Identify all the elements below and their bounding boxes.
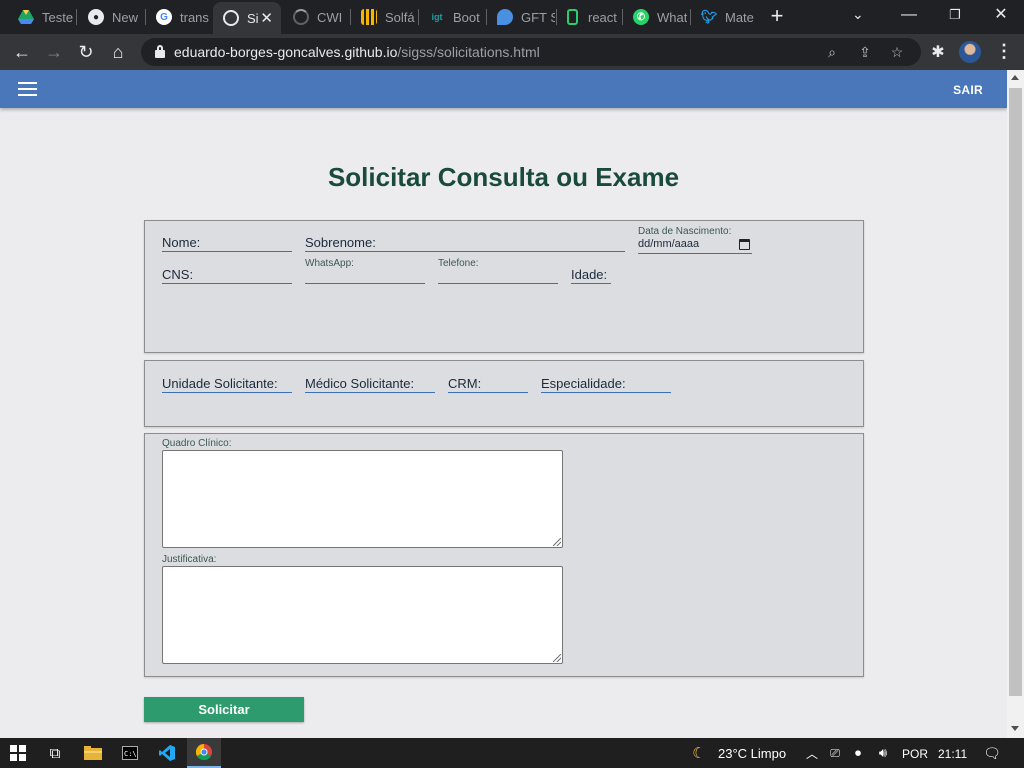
- page-title: Solicitar Consulta ou Exame: [327, 162, 680, 192]
- windows-start-icon[interactable]: [0, 738, 36, 768]
- resize-grip-icon[interactable]: [553, 654, 561, 662]
- resize-grip-icon[interactable]: [553, 538, 561, 546]
- page-viewport: SAIR Solicitar Consulta ou Exame Nome: S…: [0, 70, 1024, 738]
- tab-teste[interactable]: Teste: [8, 4, 74, 30]
- browser-toolbar: ← → ↻ ⌂ eduardo-borges-goncalves.github.…: [0, 34, 1024, 70]
- tab-react[interactable]: react: [557, 4, 621, 30]
- new-tab-button[interactable]: +: [764, 5, 790, 29]
- whatsapp-field[interactable]: [305, 271, 425, 284]
- igt-icon: igt: [431, 12, 443, 22]
- loading-icon: [293, 9, 309, 25]
- calendar-icon[interactable]: [739, 239, 750, 250]
- tab-sigss-active[interactable]: Si ✕: [213, 2, 281, 34]
- drop-icon: [497, 9, 513, 25]
- language-indicator[interactable]: POR: [902, 747, 928, 761]
- share-icon[interactable]: ⇪: [856, 43, 874, 61]
- profile-avatar[interactable]: [959, 41, 981, 63]
- forward-arrow-icon[interactable]: →: [42, 40, 66, 64]
- solicitar-button[interactable]: Solicitar: [144, 697, 304, 722]
- close-window-button[interactable]: ✕: [978, 4, 1024, 28]
- clinical-section: Quadro Clínico: Justificativa:: [144, 433, 864, 677]
- twitter-icon: 🐦︎: [700, 9, 718, 24]
- tab-whatsapp[interactable]: ✆ What: [623, 4, 689, 30]
- github-icon: ●: [88, 9, 104, 25]
- weather-status[interactable]: 23°C Limpo: [718, 746, 786, 761]
- close-tab-icon[interactable]: ✕: [260, 9, 273, 27]
- url-text[interactable]: eduardo-borges-goncalves.github.io/sigss…: [174, 44, 540, 60]
- patient-section: Nome: Sobrenome: Data de Nascimento: dd/…: [144, 220, 864, 353]
- cns-field[interactable]: CNS:: [162, 266, 292, 284]
- tab-gft[interactable]: GFT S: [487, 4, 555, 30]
- nome-field[interactable]: Nome:: [162, 234, 292, 252]
- logout-button[interactable]: SAIR: [953, 83, 983, 97]
- back-arrow-icon[interactable]: ←: [10, 40, 34, 64]
- scroll-up-icon[interactable]: [1011, 75, 1019, 80]
- tab-twitter[interactable]: 🐦︎ Mate: [691, 4, 755, 30]
- zoom-icon[interactable]: ⌕: [823, 43, 841, 61]
- tray-chevron-up-icon[interactable]: ︿: [803, 738, 821, 768]
- clock[interactable]: 21:11: [938, 747, 967, 761]
- file-explorer-icon[interactable]: [76, 738, 110, 768]
- weather-moon-icon[interactable]: ☾: [688, 738, 710, 768]
- restore-window-button[interactable]: ❐: [932, 4, 978, 28]
- tab-cwi[interactable]: CWI: [283, 4, 349, 30]
- whatsapp-label: WhatsApp:: [305, 258, 354, 269]
- bookmark-star-icon[interactable]: ☆: [888, 43, 906, 61]
- chrome-taskbar-icon[interactable]: [187, 738, 221, 768]
- tab-search-chevron-icon[interactable]: ⌄: [852, 6, 864, 23]
- home-icon[interactable]: ⌂: [106, 40, 130, 64]
- scroll-down-icon[interactable]: [1011, 726, 1019, 731]
- tab-bootstrap[interactable]: igt Boot: [419, 4, 485, 30]
- quadro-clinico-textarea[interactable]: [162, 450, 563, 548]
- windows-taskbar: ⧉ C:\ ☾ 23°C Limpo ︿ ⎚ ⏺ 🔊︎ POR 21:11 🗨︎: [0, 738, 1024, 768]
- phone-icon: [567, 9, 578, 25]
- tab-google-translate[interactable]: Gtrans: [146, 4, 212, 30]
- crm-field[interactable]: CRM:: [448, 375, 528, 393]
- unidade-solicitante-field[interactable]: Unidade Solicitante:: [162, 375, 292, 393]
- extensions-puzzle-icon[interactable]: ✱: [929, 42, 947, 61]
- quadro-clinico-label: Quadro Clínico:: [162, 438, 232, 449]
- google-drive-icon: [18, 9, 34, 25]
- whatsapp-icon: ✆: [633, 9, 649, 25]
- grid-icon: [361, 9, 377, 25]
- scrollbar-thumb[interactable]: [1009, 88, 1022, 696]
- requester-section: Unidade Solicitante: Médico Solicitante:…: [144, 360, 864, 427]
- app-header: SAIR: [0, 70, 1007, 108]
- especialidade-field[interactable]: Especialidade:: [541, 375, 671, 393]
- mic-icon[interactable]: ⏺: [848, 738, 868, 768]
- page-scrollbar[interactable]: [1007, 70, 1024, 738]
- address-bar[interactable]: eduardo-borges-goncalves.github.io/sigss…: [141, 38, 921, 66]
- google-icon: G: [156, 9, 172, 25]
- data-nascimento-label: Data de Nascimento:: [638, 226, 732, 237]
- browser-tab-strip: Teste ● New Gtrans Si ✕ CWI Solfá igt Boot…: [0, 0, 1024, 34]
- telefone-field[interactable]: [438, 271, 558, 284]
- task-view-icon[interactable]: ⧉: [38, 738, 72, 768]
- svg-text:C:\: C:\: [124, 750, 137, 758]
- medico-solicitante-field[interactable]: Médico Solicitante:: [305, 375, 435, 393]
- terminal-icon[interactable]: C:\: [113, 738, 147, 768]
- lock-icon[interactable]: [155, 45, 165, 58]
- sobrenome-field[interactable]: Sobrenome:: [305, 234, 625, 252]
- browser-menu-icon[interactable]: ⋮: [995, 41, 1013, 62]
- volume-icon[interactable]: 🔊︎: [872, 738, 894, 768]
- tab-solfa[interactable]: Solfá: [351, 4, 417, 30]
- hamburger-menu-icon[interactable]: [18, 82, 37, 96]
- network-icon[interactable]: ⎚: [825, 738, 845, 768]
- vscode-icon[interactable]: [150, 738, 184, 768]
- notifications-icon[interactable]: 🗨︎: [980, 738, 1004, 768]
- globe-icon: [223, 10, 239, 26]
- tab-github[interactable]: ● New: [78, 4, 144, 30]
- justificativa-textarea[interactable]: [162, 566, 563, 664]
- reload-icon[interactable]: ↻: [74, 40, 98, 64]
- minimize-window-button[interactable]: —: [886, 4, 932, 28]
- idade-field[interactable]: Idade:: [571, 266, 611, 284]
- data-nascimento-input[interactable]: dd/mm/aaaa: [638, 238, 752, 254]
- justificativa-label: Justificativa:: [162, 554, 217, 565]
- telefone-label: Telefone:: [438, 258, 479, 269]
